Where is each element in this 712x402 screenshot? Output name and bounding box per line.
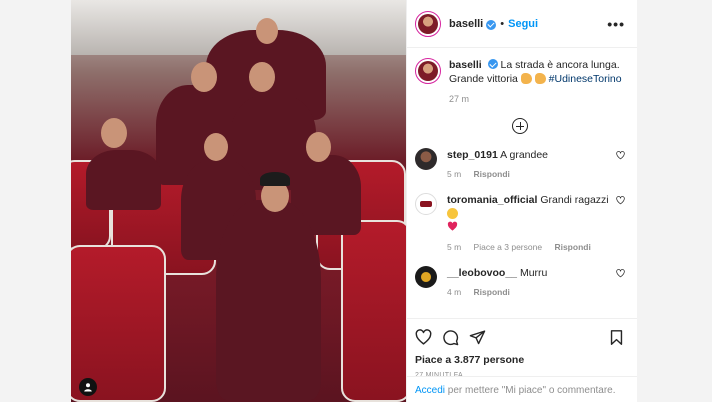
person-head [204, 133, 228, 161]
commenter-avatar[interactable] [415, 193, 437, 215]
comment-username[interactable]: step_0191 [447, 149, 498, 161]
bookmark-icon[interactable] [608, 329, 625, 346]
person-head [249, 62, 275, 92]
share-icon[interactable] [469, 329, 486, 346]
comment-item: step_0191 A grandee 5 m Rispondi [415, 148, 625, 181]
reply-button[interactable]: Rispondi [474, 287, 510, 297]
person [216, 200, 321, 400]
login-prompt: Accedi per mettere "Mi piace" o commenta… [407, 376, 637, 402]
comment-likes-count[interactable]: Piace a 3 persone [474, 242, 543, 252]
comment-item: __leobovoo__ Murru 4 m Rispondi [415, 266, 625, 299]
user-tag-icon[interactable] [79, 378, 97, 396]
person-head [256, 18, 278, 44]
instagram-post-embed: baselli • Segui ••• baselli La strada è … [71, 0, 637, 402]
commenter-avatar[interactable] [415, 266, 437, 288]
flexed-biceps-emoji-icon [520, 73, 532, 84]
reply-button[interactable]: Rispondi [474, 169, 510, 179]
caption-avatar[interactable] [415, 58, 441, 84]
more-options-icon[interactable]: ••• [607, 16, 625, 32]
follow-button[interactable]: Segui [508, 18, 538, 30]
flexed-biceps-emoji-icon [534, 73, 546, 84]
person-head [101, 118, 127, 148]
post-sidebar: baselli • Segui ••• baselli La strada è … [406, 0, 637, 402]
comment-username[interactable]: toromania_official [447, 194, 537, 206]
comment-time: 4 m [447, 287, 462, 297]
caption-hashtag[interactable]: #UdineseTorino [549, 73, 622, 85]
comment-like-heart-icon[interactable] [616, 151, 625, 160]
login-prompt-text: per mettere "Mi piace" o commentare. [445, 385, 616, 396]
red-heart-emoji-icon [447, 221, 458, 231]
post-photo[interactable] [71, 0, 406, 402]
author-username[interactable]: baselli [449, 18, 483, 30]
post-header: baselli • Segui ••• [407, 0, 637, 48]
caption-username[interactable]: baselli [449, 59, 482, 71]
likes-count[interactable]: Piace a 3.877 persone [415, 354, 625, 366]
heart-icon[interactable] [415, 328, 432, 346]
comment-like-heart-icon[interactable] [616, 196, 625, 205]
plus-circle-icon[interactable] [512, 118, 528, 134]
comment-username[interactable]: __leobovoo__ [447, 267, 517, 279]
commenter-avatar[interactable] [415, 148, 437, 170]
reply-button[interactable]: Rispondi [554, 242, 590, 252]
comment-text: Murru [519, 267, 548, 279]
person [86, 150, 161, 210]
post-caption: baselli La strada è ancora lunga. Grande… [415, 58, 625, 106]
person-head [191, 62, 217, 92]
heart-eyes-emoji-icon [447, 208, 458, 219]
load-more-comments[interactable] [415, 118, 625, 134]
verified-badge-icon [486, 19, 497, 30]
separator-dot: • [500, 17, 505, 30]
person-head [306, 132, 331, 162]
comment-text: Grandi ragazzi [540, 194, 609, 206]
comment-time: 5 m [447, 242, 462, 252]
caption-time: 27 m [449, 94, 470, 104]
comment-text: A grandee [500, 149, 549, 161]
login-link[interactable]: Accedi [415, 385, 445, 396]
bus-seat [341, 220, 406, 402]
author-avatar[interactable] [415, 10, 441, 37]
comment-item: toromania_official Grandi ragazzi 5 m Pi… [415, 193, 625, 254]
person-cap [260, 172, 290, 186]
comment-like-heart-icon[interactable] [616, 269, 625, 278]
verified-badge-icon [487, 59, 498, 69]
comments-section: baselli La strada è ancora lunga. Grande… [407, 48, 637, 318]
comment-time: 5 m [447, 169, 462, 179]
comment-icon[interactable] [442, 329, 459, 346]
